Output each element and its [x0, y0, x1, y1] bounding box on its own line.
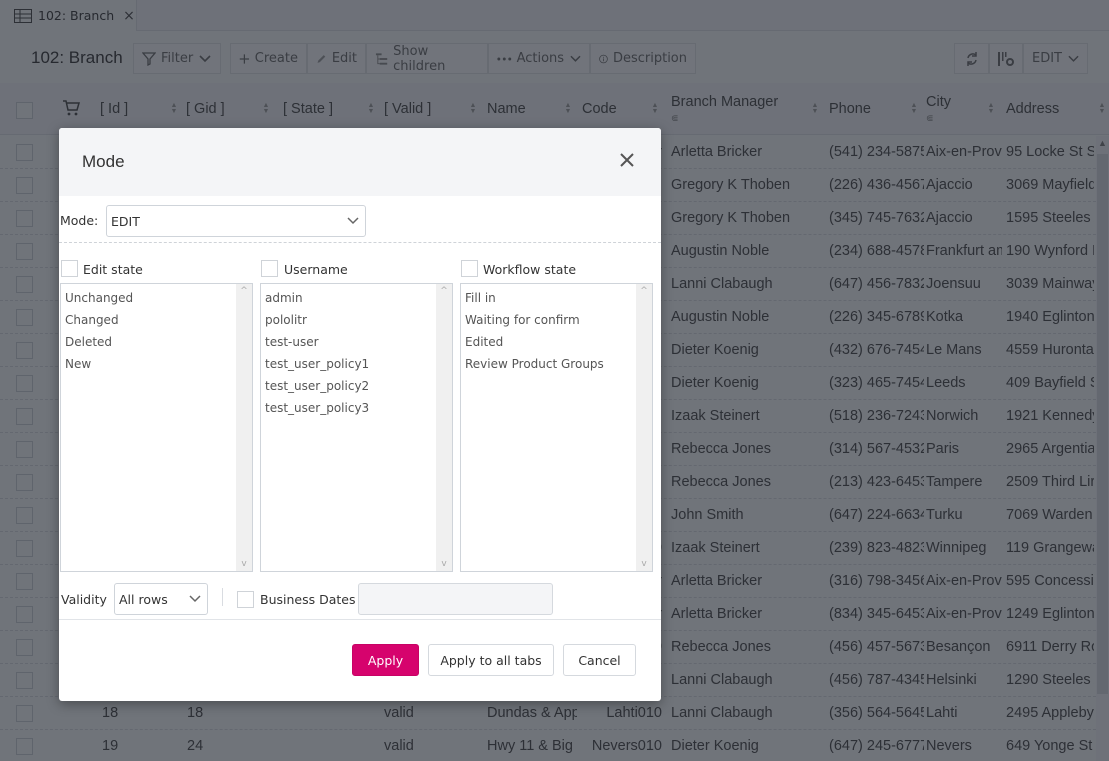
- validity-label: Validity: [61, 592, 107, 607]
- workflow-state-label: Workflow state: [483, 262, 577, 277]
- dialog-title: Mode: [82, 152, 125, 171]
- scroll-up-icon[interactable]: ^: [436, 286, 452, 296]
- mode-select-value: EDIT: [111, 213, 140, 229]
- list-item[interactable]: Edited: [465, 331, 604, 353]
- list-item[interactable]: Deleted: [65, 331, 133, 353]
- business-dates-input[interactable]: [358, 583, 553, 615]
- cancel-button[interactable]: Cancel: [563, 644, 636, 676]
- divider: [59, 242, 661, 243]
- validity-select-value: All rows: [119, 591, 168, 607]
- scroll-down-icon[interactable]: v: [436, 559, 452, 569]
- workflow-state-checkbox[interactable]: [461, 260, 478, 277]
- username-label: Username: [284, 262, 348, 277]
- list-scrollbar[interactable]: ^ v: [436, 284, 452, 571]
- list-item[interactable]: Fill in: [465, 287, 604, 309]
- list-item[interactable]: Unchanged: [65, 287, 133, 309]
- workflow-state-list[interactable]: Fill in Waiting for confirm Edited Revie…: [460, 283, 653, 572]
- scroll-up-icon[interactable]: ^: [236, 286, 252, 296]
- chevron-down-icon: [347, 217, 359, 225]
- mode-select[interactable]: EDIT: [106, 205, 366, 237]
- apply-to-all-tabs-button[interactable]: Apply to all tabs: [428, 644, 554, 676]
- list-item[interactable]: pololitr: [265, 309, 369, 331]
- list-item[interactable]: test-user: [265, 331, 369, 353]
- chevron-down-icon: [189, 595, 201, 603]
- business-dates-label: Business Dates: [260, 592, 356, 607]
- username-list[interactable]: admin pololitr test-user test_user_polic…: [260, 283, 453, 572]
- dialog-header: Mode: [59, 128, 661, 196]
- business-dates-checkbox[interactable]: [237, 591, 254, 608]
- list-item[interactable]: New: [65, 353, 133, 375]
- list-item[interactable]: test_user_policy1: [265, 353, 369, 375]
- list-item[interactable]: test_user_policy3: [265, 397, 369, 419]
- scroll-down-icon[interactable]: v: [236, 559, 252, 569]
- mode-field-label: Mode:: [60, 213, 99, 228]
- edit-state-checkbox[interactable]: [61, 260, 78, 277]
- username-checkbox[interactable]: [261, 260, 278, 277]
- scroll-up-icon[interactable]: ^: [636, 286, 652, 296]
- list-scrollbar[interactable]: ^ v: [636, 284, 652, 571]
- edit-state-list[interactable]: Unchanged Changed Deleted New ^ v: [60, 283, 253, 572]
- list-item[interactable]: Waiting for confirm: [465, 309, 604, 331]
- scroll-down-icon[interactable]: v: [636, 559, 652, 569]
- list-scrollbar[interactable]: ^ v: [236, 284, 252, 571]
- list-item[interactable]: admin: [265, 287, 369, 309]
- edit-state-label: Edit state: [83, 262, 143, 277]
- validity-select[interactable]: All rows: [114, 583, 208, 615]
- list-item[interactable]: Review Product Groups: [465, 353, 604, 375]
- apply-button[interactable]: Apply: [352, 644, 419, 676]
- close-icon[interactable]: [617, 150, 637, 170]
- divider: [59, 619, 661, 620]
- divider: [222, 588, 223, 606]
- list-item[interactable]: test_user_policy2: [265, 375, 369, 397]
- list-item[interactable]: Changed: [65, 309, 133, 331]
- mode-dialog: Mode Mode: EDIT Edit state Unchanged Cha…: [59, 128, 661, 701]
